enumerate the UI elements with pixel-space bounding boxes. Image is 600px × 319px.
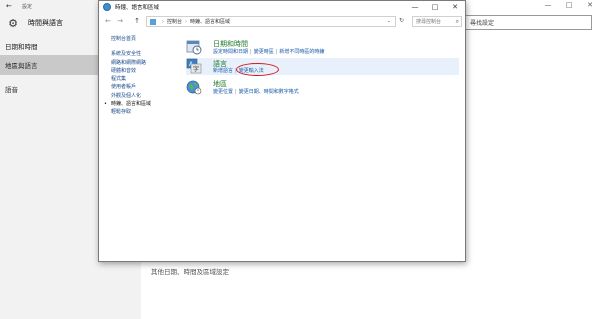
category-region: 地區 變更位置 | 變更日期、時間和數字格式 [186,79,459,97]
left-nav-item[interactable]: 輕鬆存取 [111,108,181,116]
maximize-icon[interactable]: □ [425,1,445,14]
control-panel-window: 時鐘、語言和區域 — □ ✕ ← → ↑ › 控制台 › 時鐘、語言和區域 ⌄ … [98,0,466,262]
search-icon[interactable]: ⌕ [456,18,459,26]
page-title: 時間與語言 [28,19,63,27]
left-nav-item[interactable]: 硬體和音效 [111,67,181,75]
calendar-clock-icon[interactable] [186,39,202,55]
forward-icon[interactable]: → [115,17,125,25]
additional-settings-link[interactable]: 其他日期、時間及區域設定 [151,266,229,276]
left-nav-item[interactable]: 程式集 [111,75,181,83]
gear-icon: ⚙ [8,16,18,30]
breadcrumb-item[interactable]: 時鐘、語言和區域 [190,18,230,25]
back-icon[interactable]: ← [103,17,113,25]
search-input[interactable]: 搜尋控制台 ⌕ [412,16,462,27]
set-date-time-link[interactable]: 設定時間和日期 [213,49,248,55]
annotation-circle [236,63,279,76]
close-icon[interactable]: ✕ [582,1,598,9]
globe-clock-icon[interactable] [186,79,202,95]
change-location-link[interactable]: 變更位置 [213,89,233,95]
change-time-zone-link[interactable]: 變更時區 [254,49,274,55]
chevron-down-icon[interactable]: ⌄ [387,18,391,24]
refresh-icon[interactable]: ↻ [399,17,404,24]
svg-text:字: 字 [193,65,199,73]
change-formats-link[interactable]: 變更日期、時間和數字格式 [239,89,299,95]
clock-globe-icon [103,3,111,11]
breadcrumb-item[interactable]: 控制台 [167,18,182,25]
settings-search-input[interactable]: 尋找設定 [465,15,592,30]
maximize-icon[interactable]: □ [561,1,577,9]
address-bar[interactable]: › 控制台 › 時鐘、語言和區域 ⌄ [146,16,396,27]
category-language: A 字 語言 新增語言|變更輸入法 [186,58,459,75]
window-title: 時鐘、語言和區域 [115,5,160,11]
up-icon[interactable]: ↑ [132,17,142,25]
settings-app-label: 設定 [22,4,33,10]
back-arrow-icon[interactable]: ← [6,2,12,10]
control-panel-home-link[interactable]: 控制台首頁 [111,35,181,43]
control-panel-titlebar: 時鐘、語言和區域 — □ ✕ [99,1,465,14]
close-icon[interactable]: ✕ [445,1,465,14]
add-language-link[interactable]: 新增語言 [213,68,233,74]
language-icon[interactable]: A 字 [186,58,202,74]
left-nav-item[interactable]: 使用者帳戶 [111,83,181,91]
control-panel-icon [150,18,156,25]
left-nav-item[interactable]: 外觀及個人化 [111,92,181,100]
left-nav-item-current: 時鐘、語言和區域 [104,100,181,109]
add-clocks-link[interactable]: 新增不同時區的時鐘 [279,49,324,55]
left-nav-item[interactable]: 網路和網際網路 [111,59,181,67]
address-row: ← → ↑ › 控制台 › 時鐘、語言和區域 ⌄ ↻ 搜尋控制台 ⌕ [99,14,465,29]
left-nav: 控制台首頁 系統及安全性 網路和網際網路 硬體和音效 程式集 使用者帳戶 外觀及… [104,35,181,117]
category-date-time: 日期和時間 設定時間和日期 | 變更時區 | 新增不同時區的時鐘 [186,39,459,57]
minimize-icon[interactable]: — [405,1,425,14]
minimize-icon[interactable]: — [540,1,556,9]
left-nav-item[interactable]: 系統及安全性 [111,50,181,58]
